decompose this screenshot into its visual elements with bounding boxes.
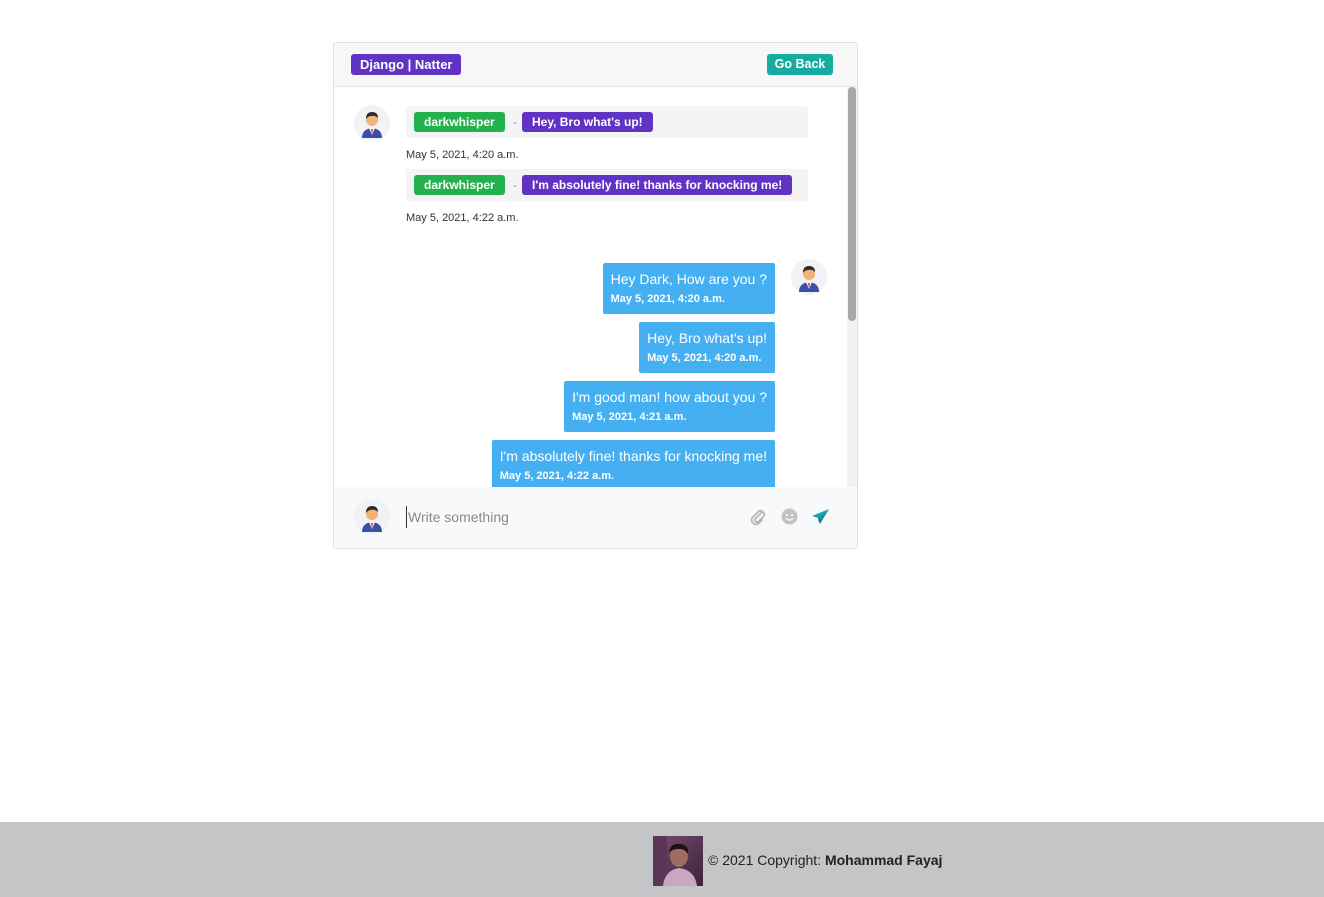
page-footer: © 2021 Copyright: Mohammad Fayaj [0,822,1324,897]
avatar [354,105,390,141]
message-text: Hey, Bro what's up! [647,330,767,346]
author-name: Mohammad Fayaj [824,852,943,868]
author-photo [653,836,703,886]
message-timestamp: May 5, 2021, 4:22 a.m. [499,470,615,482]
smiley-icon[interactable] [781,508,798,530]
sent-message: I'm absolutely fine! thanks for knocking… [491,440,775,487]
message-input[interactable] [406,506,726,528]
message-composer [334,487,857,548]
user-avatar-icon [354,499,390,535]
message-text: I'm good man! how about you ? [572,389,767,405]
message-timestamp: May 5, 2021, 4:22 a.m. [406,212,519,224]
sender-badge: darkwhisper [414,175,505,195]
copyright-label: © 2021 Copyright: [708,852,822,868]
sent-message: Hey Dark, How are you ? May 5, 2021, 4:2… [602,263,775,314]
sent-message: I'm good man! how about you ? May 5, 202… [564,381,775,432]
message-timestamp: May 5, 2021, 4:21 a.m. [572,411,687,423]
message-text: I'm absolutely fine! thanks for knocking… [499,448,767,464]
message-text: Hey, Bro what's up! [522,112,653,132]
send-icon[interactable] [811,508,830,530]
message-text: I'm absolutely fine! thanks for knocking… [522,175,793,195]
message-text: Hey Dark, How are you ? [610,271,767,287]
user-avatar-icon [354,105,390,141]
message-timestamp: May 5, 2021, 4:20 a.m. [406,149,519,161]
sent-message: Hey, Bro what's up! May 5, 2021, 4:20 a.… [639,322,775,373]
scrollbar[interactable] [847,87,857,487]
message-timestamp: May 5, 2021, 4:20 a.m. [610,293,725,305]
chat-card: Django | Natter Go Back darkwhisper - He… [333,42,858,549]
go-back-button[interactable]: Go Back [767,54,833,75]
received-message: darkwhisper - Hey, Bro what's up! [406,106,808,138]
separator: - [513,115,517,129]
avatar [354,499,390,535]
user-avatar-icon [791,259,827,295]
separator: - [513,178,517,192]
brand-badge: Django | Natter [351,54,462,75]
avatar [791,259,827,295]
message-list[interactable]: darkwhisper - Hey, Bro what's up! May 5,… [334,87,857,487]
paperclip-icon[interactable] [750,508,766,531]
sender-badge: darkwhisper [414,112,505,132]
chat-header: Django | Natter Go Back [334,43,857,87]
scrollbar-thumb[interactable] [848,87,856,321]
copyright-text: © 2021 Copyright: Mohammad Fayaj [708,852,942,868]
received-message: darkwhisper - I'm absolutely fine! thank… [406,169,808,201]
message-timestamp: May 5, 2021, 4:20 a.m. [647,352,762,364]
